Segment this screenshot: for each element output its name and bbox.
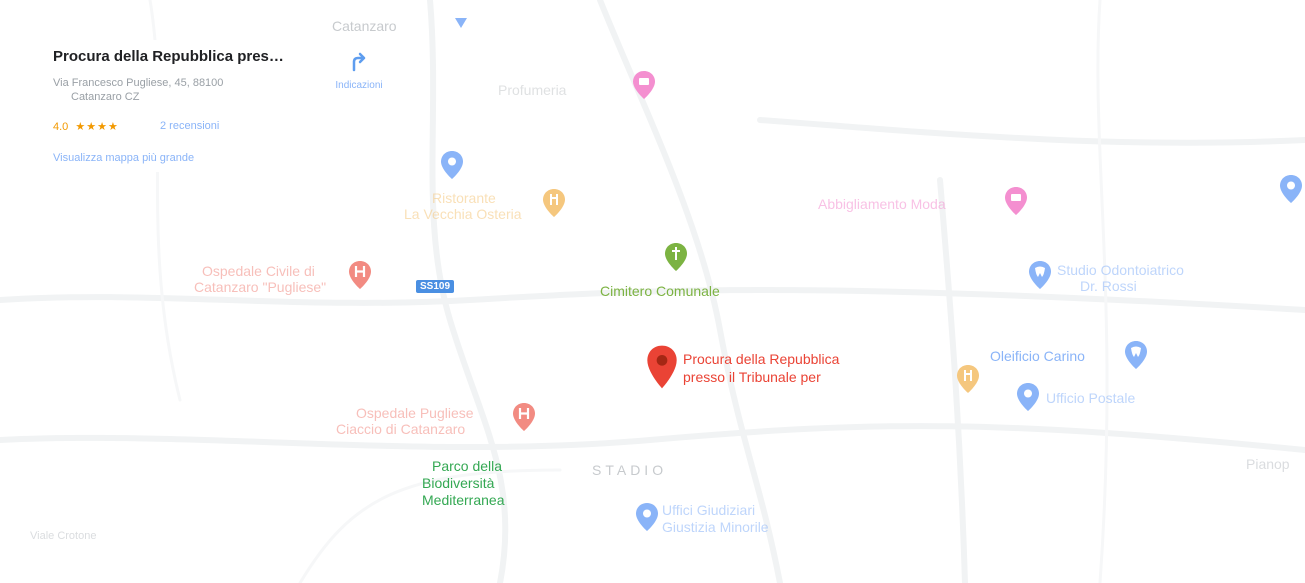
shopping-pin-icon-2[interactable] — [1004, 186, 1028, 216]
map-label-cemetery: Cimitero Comunale — [600, 283, 720, 299]
directions-label: Indicazioni — [335, 80, 383, 91]
map-label-hospital-1a: Ospedale Civile di — [202, 263, 315, 279]
directions-button[interactable]: Indicazioni — [324, 50, 394, 100]
map-label-shop-2: Abbigliamento Moda — [818, 196, 946, 212]
place-info-card: Procura della Repubblica pres… Via Franc… — [44, 40, 334, 172]
location-pin-icon-court[interactable] — [635, 502, 659, 532]
map-canvas[interactable]: Catanzaro Profumeria Ristorante La Vecch… — [0, 0, 1305, 583]
restaurant-pin-icon[interactable] — [542, 188, 566, 218]
place-rating: 4.0 ★★★★ — [53, 120, 119, 133]
location-pin-icon[interactable] — [440, 150, 464, 180]
map-label-restaurant-2: La Vecchia Osteria — [404, 206, 522, 222]
map-label-restaurant-1: Ristorante — [432, 190, 496, 206]
map-label-dental-2: Dr. Rossi — [1080, 278, 1137, 294]
location-pin-icon-right[interactable] — [1279, 174, 1303, 204]
shopping-pin-icon[interactable] — [632, 70, 656, 100]
map-label-poi-2: Ufficio Postale — [1046, 390, 1136, 406]
map-label-court-1: Uffici Giudiziari — [662, 502, 756, 518]
map-label-top: Catanzaro — [332, 18, 397, 34]
map-label-park-3: Mediterranea — [422, 492, 505, 508]
view-larger-map-link[interactable]: Visualizza mappa più grande — [53, 152, 194, 164]
hospital-pin-icon-2[interactable] — [512, 402, 536, 432]
hospital-pin-icon[interactable] — [348, 260, 372, 290]
map-label-selected-2: presso il Tribunale per — [683, 369, 821, 385]
road-shield: SS109 — [416, 280, 455, 293]
map-label-clinic: Oleificio Carino — [990, 348, 1085, 364]
food-pin-icon[interactable] — [956, 364, 980, 394]
map-label-hospital-2b: Ciaccio di Catanzaro — [336, 421, 466, 437]
place-title: Procura della Repubblica pres… — [53, 48, 284, 65]
map-label-dental-1: Studio Odontoiatrico — [1057, 262, 1184, 278]
map-label-right-edge: Pianop — [1246, 456, 1290, 472]
map-label-park-1: Parco della — [432, 458, 503, 474]
dental-pin-icon-2[interactable] — [1124, 340, 1148, 370]
map-label-district: STADIO — [592, 462, 668, 478]
location-pin-icon-3[interactable] — [1016, 382, 1040, 412]
map-label-bottom-left: Viale Crotone — [30, 530, 97, 542]
directions-arrow-icon — [352, 52, 366, 72]
triangle-marker-icon — [454, 16, 468, 30]
place-address-line-2: Catanzaro CZ — [71, 91, 140, 103]
place-address: Via Francesco Pugliese, 45, 88100 Catanz… — [53, 76, 283, 104]
cemetery-pin-icon[interactable] — [664, 242, 688, 272]
place-address-line-1: Via Francesco Pugliese, 45, 88100 — [53, 77, 224, 89]
selected-place-pin-icon[interactable] — [646, 344, 678, 390]
map-label-hospital-1b: Catanzaro "Pugliese" — [194, 279, 327, 295]
map-label-park-2: Biodiversità — [422, 475, 495, 491]
map-label-court-2: Giustizia Minorile — [662, 519, 769, 535]
dental-pin-icon[interactable] — [1028, 260, 1052, 290]
map-label-hospital-2a: Ospedale Pugliese — [356, 405, 474, 421]
rating-value: 4.0 — [53, 121, 69, 133]
reviews-link[interactable]: 2 recensioni — [160, 120, 219, 132]
map-label-selected-1: Procura della Repubblica — [683, 351, 840, 367]
rating-stars-icon: ★★★★ — [75, 121, 119, 133]
map-label-shop-1: Profumeria — [498, 82, 567, 98]
